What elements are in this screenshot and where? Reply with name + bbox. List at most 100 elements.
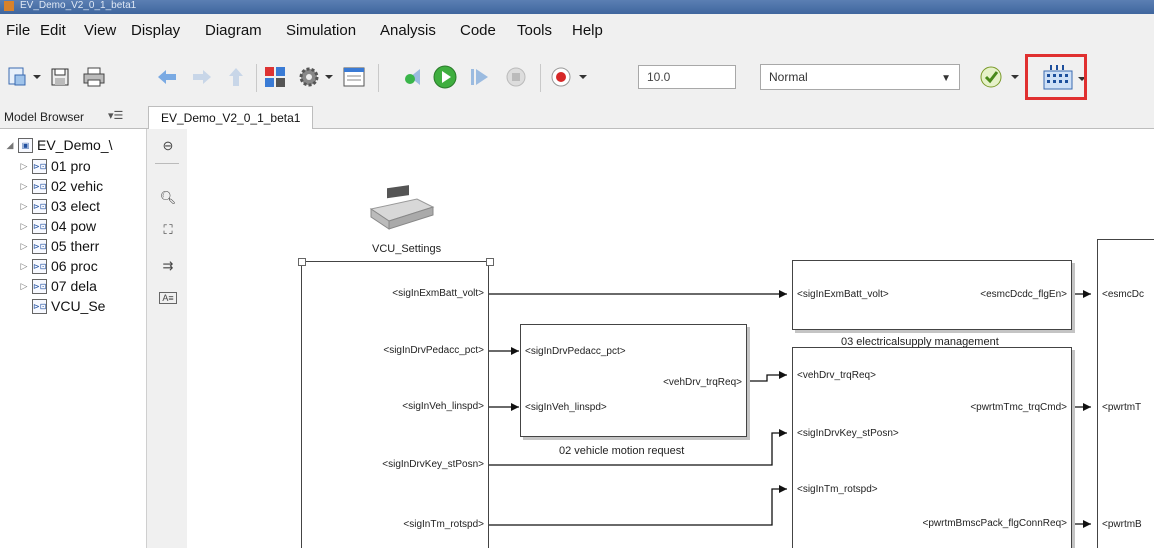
resize-handle[interactable] — [298, 258, 306, 266]
menu-bar: File Edit View Display Diagram Simulatio… — [0, 18, 1154, 46]
circle-arrow-icon: ⊖ — [162, 138, 174, 153]
subsystem-icon: ⊳⊡ — [32, 238, 47, 254]
collapse-icon[interactable]: ▾☰ — [108, 109, 123, 122]
gear-icon — [299, 67, 333, 87]
step-back-icon — [405, 69, 420, 85]
annotation-button[interactable]: A≡ — [159, 289, 177, 307]
menu-simulation[interactable]: Simulation — [286, 22, 356, 39]
port-label: <pwrtmB — [1102, 519, 1142, 530]
tree-item[interactable]: ▷ ⊳⊡ 03 elect — [18, 196, 101, 216]
port-label: <vehDrv_trqReq> — [663, 377, 742, 388]
simulation-mode-select[interactable]: Normal ▼ — [760, 64, 960, 90]
tree-item[interactable]: ▷ ⊳⊡ 07 dela — [18, 276, 97, 296]
collapsed-arrow-icon: ▷ — [20, 220, 28, 231]
toolbar-separator — [256, 64, 257, 92]
step-forward-icon — [471, 69, 488, 85]
model-explorer-button[interactable] — [340, 62, 368, 92]
menu-code[interactable]: Code — [460, 22, 496, 39]
tree-item[interactable]: ▷ ⊳⊡ 04 pow — [18, 216, 97, 236]
record-button[interactable] — [548, 62, 592, 92]
tree-item[interactable]: ⊳⊡ VCU_Se — [30, 296, 105, 316]
collapsed-arrow-icon: ▷ — [20, 180, 28, 191]
tree-item[interactable]: ▷ ⊳⊡ 01 pro — [18, 156, 91, 176]
menu-analysis[interactable]: Analysis — [380, 22, 436, 39]
output-signals-block[interactable]: <esmcDc <pwrtmT <pwrtmB — [1097, 239, 1154, 548]
tree-item-label: 02 vehic — [51, 178, 104, 194]
printer-icon — [83, 67, 105, 87]
back-button[interactable] — [155, 62, 179, 92]
diagram-canvas[interactable]: VCU_Settings <sigInExmBatt_volt> <sigInD… — [187, 129, 1154, 548]
tree-item-label: VCU_Se — [51, 298, 106, 314]
powertrain-block[interactable]: <vehDrv_trqReq> <sigInDrvKey_stPosn> <si… — [792, 347, 1072, 548]
step-back-button[interactable] — [398, 62, 426, 92]
save-button[interactable] — [48, 62, 72, 92]
library-browser-button[interactable] — [262, 62, 288, 92]
port-label: <pwrtmT — [1102, 402, 1142, 413]
canvas-toolstrip: ⊖ 🔍︎ ⛶ ⇉ A≡ — [146, 129, 188, 548]
port-label: <sigInTm_rotspd> — [403, 519, 484, 530]
model-config-button[interactable] — [296, 62, 338, 92]
port-label: <sigInExmBatt_volt> — [392, 288, 484, 299]
port-label: <sigInDrvKey_stPosn> — [382, 459, 484, 470]
subsystem-icon: ⊳⊡ — [32, 278, 47, 294]
run-button[interactable] — [430, 62, 460, 92]
vehicle-motion-request-block[interactable]: <sigInDrvPedacc_pct> <sigInVeh_linspd> <… — [520, 324, 747, 437]
port-label: <pwrtmBmscPack_flgConnReq> — [922, 518, 1067, 529]
subsystem-icon: ⊳⊡ — [32, 198, 47, 214]
menu-tools[interactable]: Tools — [517, 22, 552, 39]
route-lines-button[interactable]: ⇉ — [159, 257, 177, 275]
new-model-button[interactable] — [6, 62, 44, 92]
port-label: <pwrtmTmc_trqCmd> — [970, 402, 1067, 413]
tool-divider — [155, 163, 179, 164]
tree-item[interactable]: ▷ ⊳⊡ 05 therr — [18, 236, 100, 256]
resize-handle[interactable] — [486, 258, 494, 266]
tree-root[interactable]: ◢ ▣ EV_Demo_\ — [4, 135, 113, 155]
subsystem-icon: ⊳⊡ — [32, 158, 47, 174]
zoom-button[interactable]: 🔍︎ — [159, 189, 177, 207]
forward-button[interactable] — [190, 62, 214, 92]
model-advisor-button[interactable] — [978, 62, 1022, 92]
stop-button[interactable] — [503, 62, 529, 92]
port-label: <esmcDc — [1102, 289, 1144, 300]
fit-view-button[interactable]: ⛶ — [159, 221, 177, 239]
menu-display[interactable]: Display — [131, 22, 180, 39]
zoom-icon: 🔍︎ — [159, 190, 177, 205]
menu-diagram[interactable]: Diagram — [205, 22, 262, 39]
port-label: <sigInDrvPedacc_pct> — [525, 346, 626, 357]
route-arrow-icon: ⇉ — [162, 258, 174, 273]
block-caption: 02 vehicle motion request — [559, 445, 685, 457]
electrical-supply-block[interactable]: <sigInExmBatt_volt> <esmcDcdc_flgEn> — [792, 260, 1072, 330]
model-browser-label: Model Browser — [4, 110, 85, 124]
menu-file[interactable]: File — [6, 22, 30, 39]
menu-help[interactable]: Help — [572, 22, 603, 39]
hide-browser-button[interactable]: ⊖ — [159, 137, 177, 155]
tree-item-label: 04 pow — [51, 218, 97, 234]
highlight-annotation — [1025, 54, 1087, 100]
up-button[interactable] — [224, 62, 248, 92]
fit-view-icon: ⛶ — [163, 222, 173, 237]
stop-time-input[interactable] — [638, 65, 736, 89]
subsystem-icon: ⊳⊡ — [32, 218, 47, 234]
menu-edit[interactable]: Edit — [40, 22, 66, 39]
menu-view[interactable]: View — [84, 22, 116, 39]
subsystem-icon: ⊳⊡ — [32, 258, 47, 274]
port-label: <sigInDrvKey_stPosn> — [797, 428, 899, 439]
tree-item-label: 07 dela — [51, 278, 97, 294]
toolbar-separator — [540, 64, 541, 92]
collapsed-arrow-icon: ▷ — [20, 240, 28, 251]
print-button[interactable] — [80, 62, 108, 92]
toolbar-separator — [378, 64, 379, 92]
collapsed-arrow-icon: ▷ — [20, 160, 28, 171]
tree-item[interactable]: ▷ ⊳⊡ 06 proc — [18, 256, 98, 276]
tree-item[interactable]: ▷ ⊳⊡ 02 vehic — [18, 176, 104, 196]
tab-ev-demo[interactable]: EV_Demo_V2_0_1_beta1 — [148, 106, 314, 129]
record-icon — [551, 67, 587, 87]
window-title: EV_Demo_V2_0_1_beta1 — [20, 0, 137, 11]
step-forward-button[interactable] — [466, 62, 492, 92]
expand-arrow-icon: ◢ — [6, 139, 14, 150]
subsystem-icon: ⊳⊡ — [32, 178, 47, 194]
play-icon — [433, 65, 457, 89]
annotation-icon: A≡ — [159, 292, 177, 304]
app-icon — [4, 1, 14, 11]
input-signals-block[interactable]: <sigInExmBatt_volt> <sigInDrvPedacc_pct>… — [301, 261, 489, 548]
